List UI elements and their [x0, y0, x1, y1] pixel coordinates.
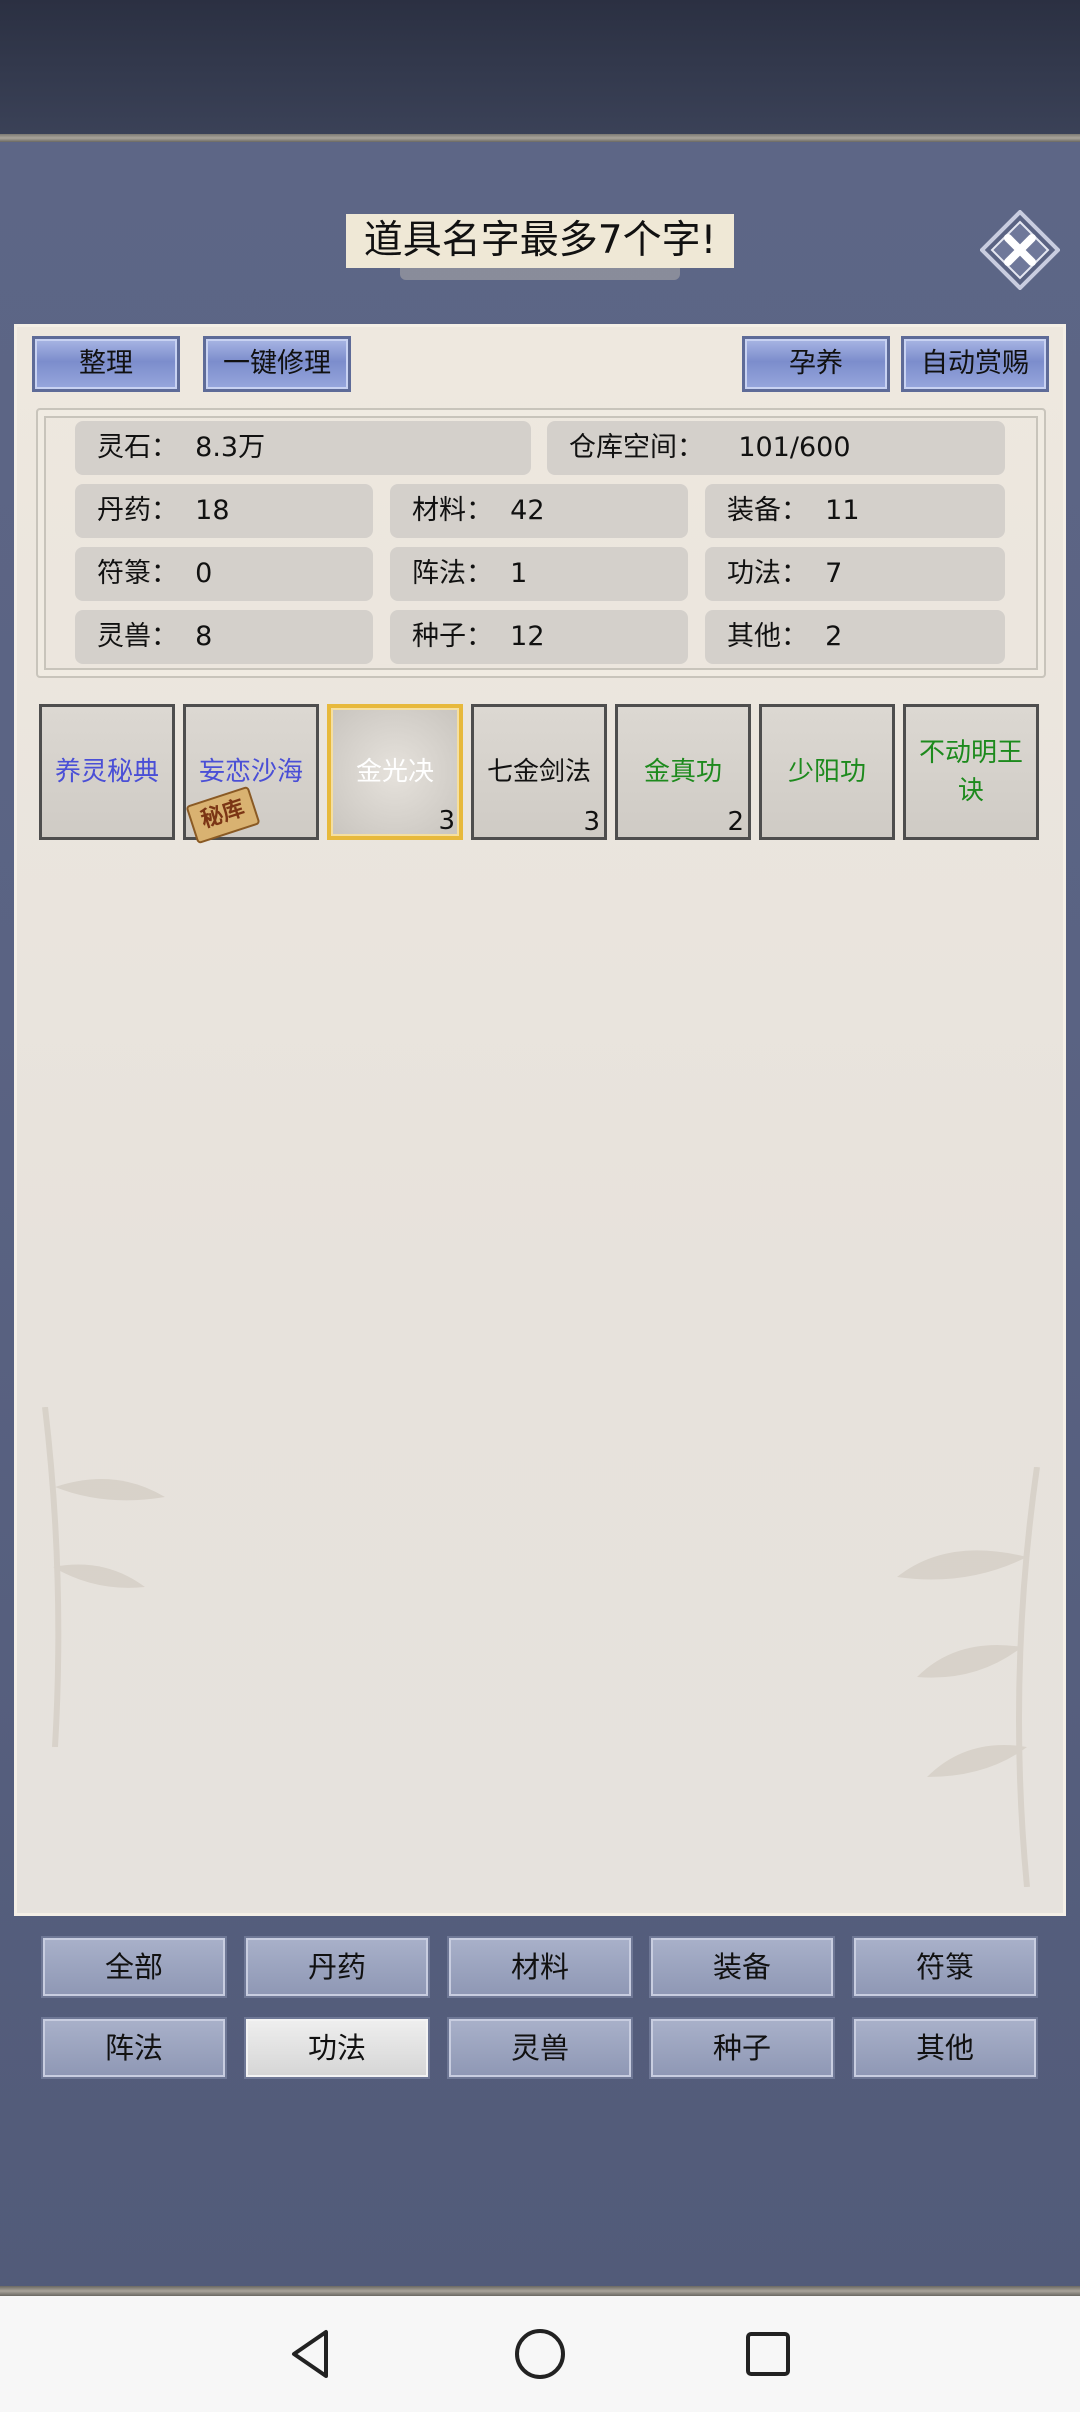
category-all[interactable]: 全部 — [43, 1938, 225, 1996]
item-name: 妄恋沙海 — [198, 757, 303, 787]
item-name: 少阳功 — [787, 757, 866, 787]
secret-stamp-badge: 秘库 — [185, 785, 261, 845]
category-materials[interactable]: 材料 — [449, 1938, 631, 1996]
stat-formations: 阵法： 1 — [390, 547, 688, 601]
item-slot[interactable]: 七金剑法 3 — [471, 704, 607, 840]
nav-back-icon[interactable] — [282, 2324, 342, 2384]
item-name: 不动明王诀 — [918, 738, 1023, 806]
item-name: 养灵秘典 — [54, 757, 159, 787]
stat-beasts: 灵兽： 8 — [75, 610, 373, 664]
item-name: 七金剑法 — [486, 757, 591, 787]
close-icon — [979, 209, 1061, 291]
category-techniques[interactable]: 功法 — [246, 2019, 428, 2077]
stat-equipment: 装备： 11 — [705, 484, 1005, 538]
item-name: 金光决 — [355, 757, 434, 787]
auto-reward-button[interactable]: 自动赏赐 — [901, 336, 1049, 392]
item-count: 3 — [438, 806, 455, 836]
item-count: 2 — [727, 807, 744, 837]
nurture-button[interactable]: 孕养 — [742, 336, 890, 392]
stat-materials: 材料： 42 — [390, 484, 688, 538]
category-talismans[interactable]: 符箓 — [854, 1938, 1036, 1996]
item-slot[interactable]: 养灵秘典 — [39, 704, 175, 840]
nav-recents-icon[interactable] — [738, 2324, 798, 2384]
frame-top-edge — [0, 134, 1080, 142]
top-status-area — [0, 0, 1080, 138]
stat-pills: 丹药： 18 — [75, 484, 373, 538]
stat-seeds: 种子： 12 — [390, 610, 688, 664]
category-pills[interactable]: 丹药 — [246, 1938, 428, 1996]
category-beasts[interactable]: 灵兽 — [449, 2019, 631, 2077]
stat-storage: 仓库空间： 101/600 — [547, 421, 1005, 475]
category-seeds[interactable]: 种子 — [651, 2019, 833, 2077]
repair-all-button[interactable]: 一键修理 — [203, 336, 351, 392]
category-formations[interactable]: 阵法 — [43, 2019, 225, 2077]
system-navigation-bar — [0, 2296, 1080, 2412]
stat-spirit-stone: 灵石： 8.3万 — [75, 421, 531, 475]
item-count: 3 — [583, 807, 600, 837]
item-name: 金真功 — [643, 757, 722, 787]
sort-button[interactable]: 整理 — [32, 336, 180, 392]
item-slot-selected[interactable]: 金光决 3 — [327, 704, 463, 840]
category-others[interactable]: 其他 — [854, 2019, 1036, 2077]
bamboo-decoration-left — [42, 1407, 165, 1747]
stat-others: 其他： 2 — [705, 610, 1005, 664]
close-button[interactable] — [979, 209, 1061, 291]
page-title: 道具名字最多7个字! — [346, 214, 734, 268]
category-equipment[interactable]: 装备 — [651, 1938, 833, 1996]
stat-talismans: 符箓： 0 — [75, 547, 373, 601]
frame-bottom-edge — [0, 2286, 1080, 2296]
item-slot[interactable]: 少阳功 — [759, 704, 895, 840]
bamboo-decoration-right — [897, 1467, 1040, 1887]
nav-home-icon[interactable] — [510, 2324, 570, 2384]
item-slot[interactable]: 妄恋沙海 秘库 — [183, 704, 319, 845]
item-slot[interactable]: 不动明王诀 — [903, 704, 1039, 840]
stat-techniques: 功法： 7 — [705, 547, 1005, 601]
item-slot[interactable]: 金真功 2 — [615, 704, 751, 840]
